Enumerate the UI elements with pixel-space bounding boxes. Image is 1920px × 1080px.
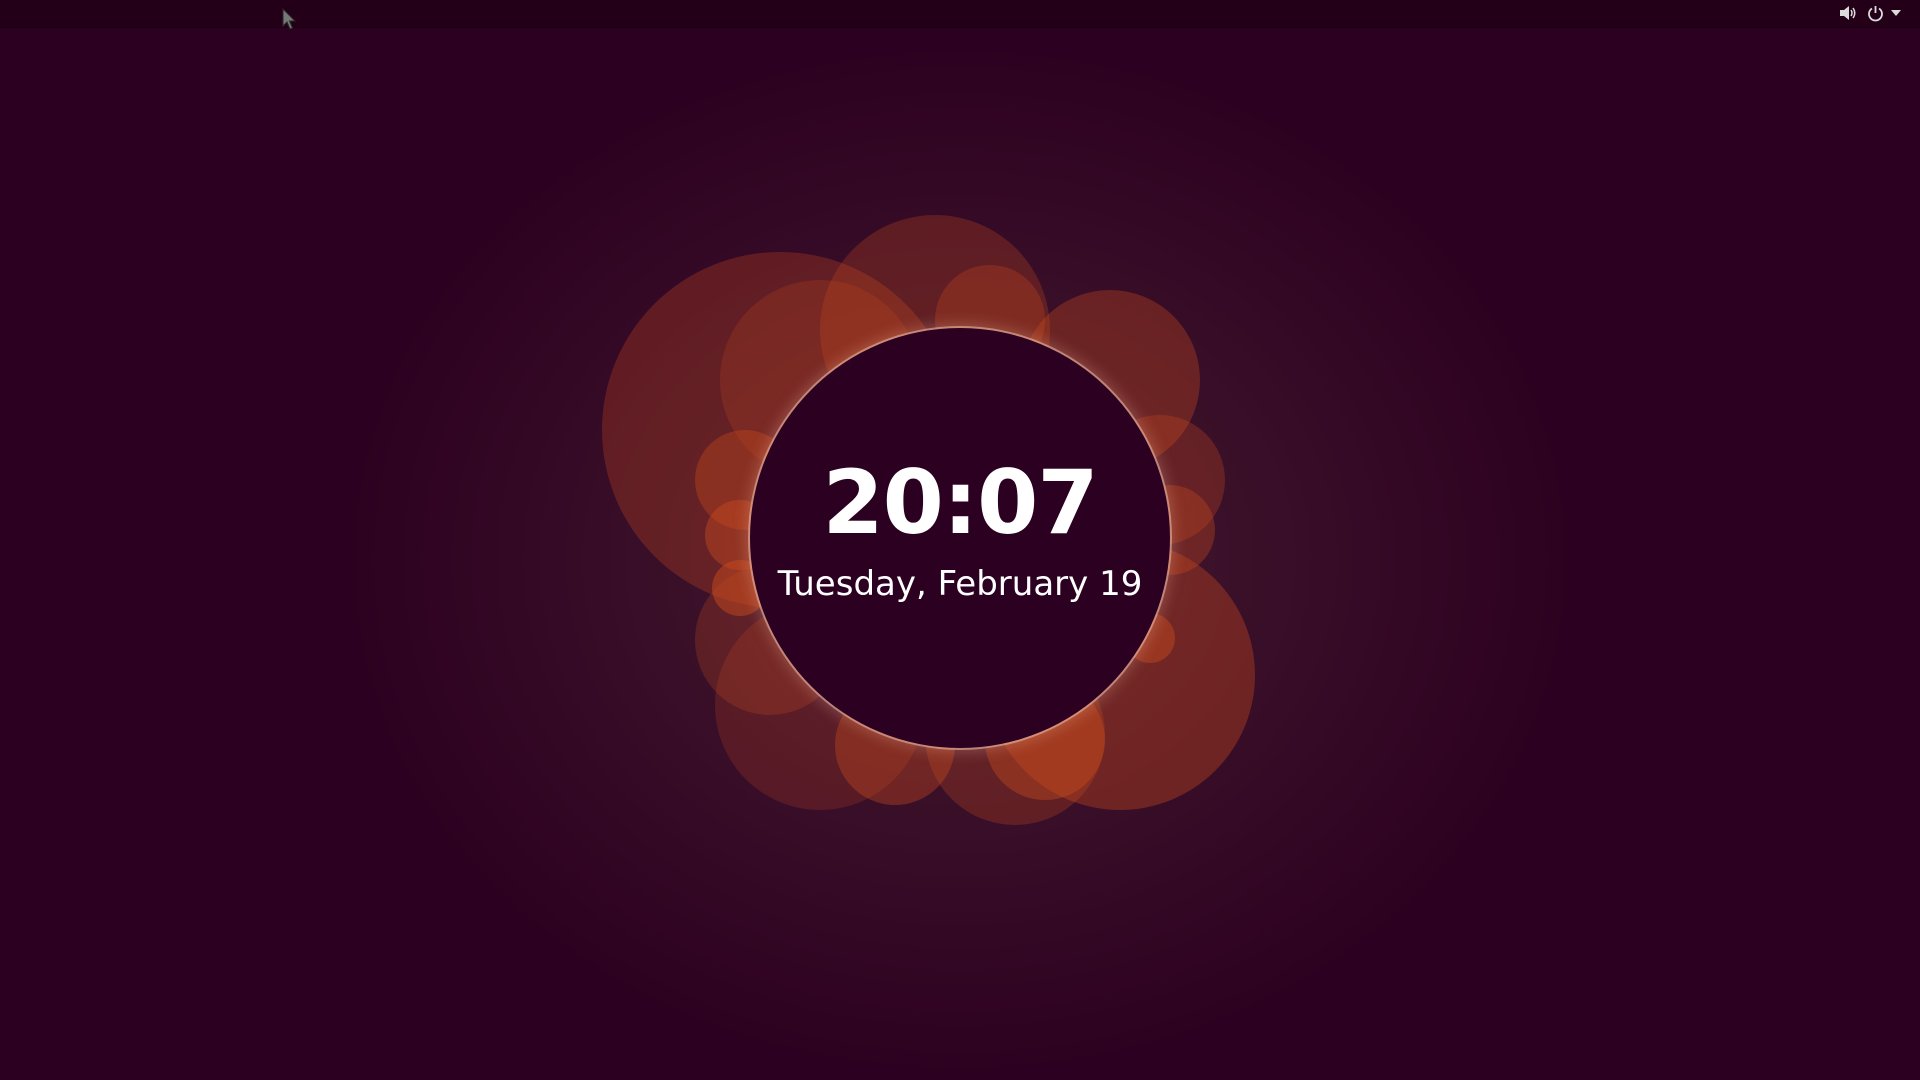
power-icon[interactable] xyxy=(1865,3,1885,23)
volume-icon[interactable] xyxy=(1838,3,1858,23)
clock-widget: 20:07 Tuesday, February 19 xyxy=(750,328,1170,748)
chevron-down-icon[interactable] xyxy=(1890,3,1902,23)
lock-screen: 20:07 Tuesday, February 19 xyxy=(0,0,1920,1080)
clock-date: Tuesday, February 19 xyxy=(777,564,1143,604)
mouse-pointer-icon xyxy=(282,8,297,30)
clock-time: 20:07 xyxy=(822,451,1098,554)
